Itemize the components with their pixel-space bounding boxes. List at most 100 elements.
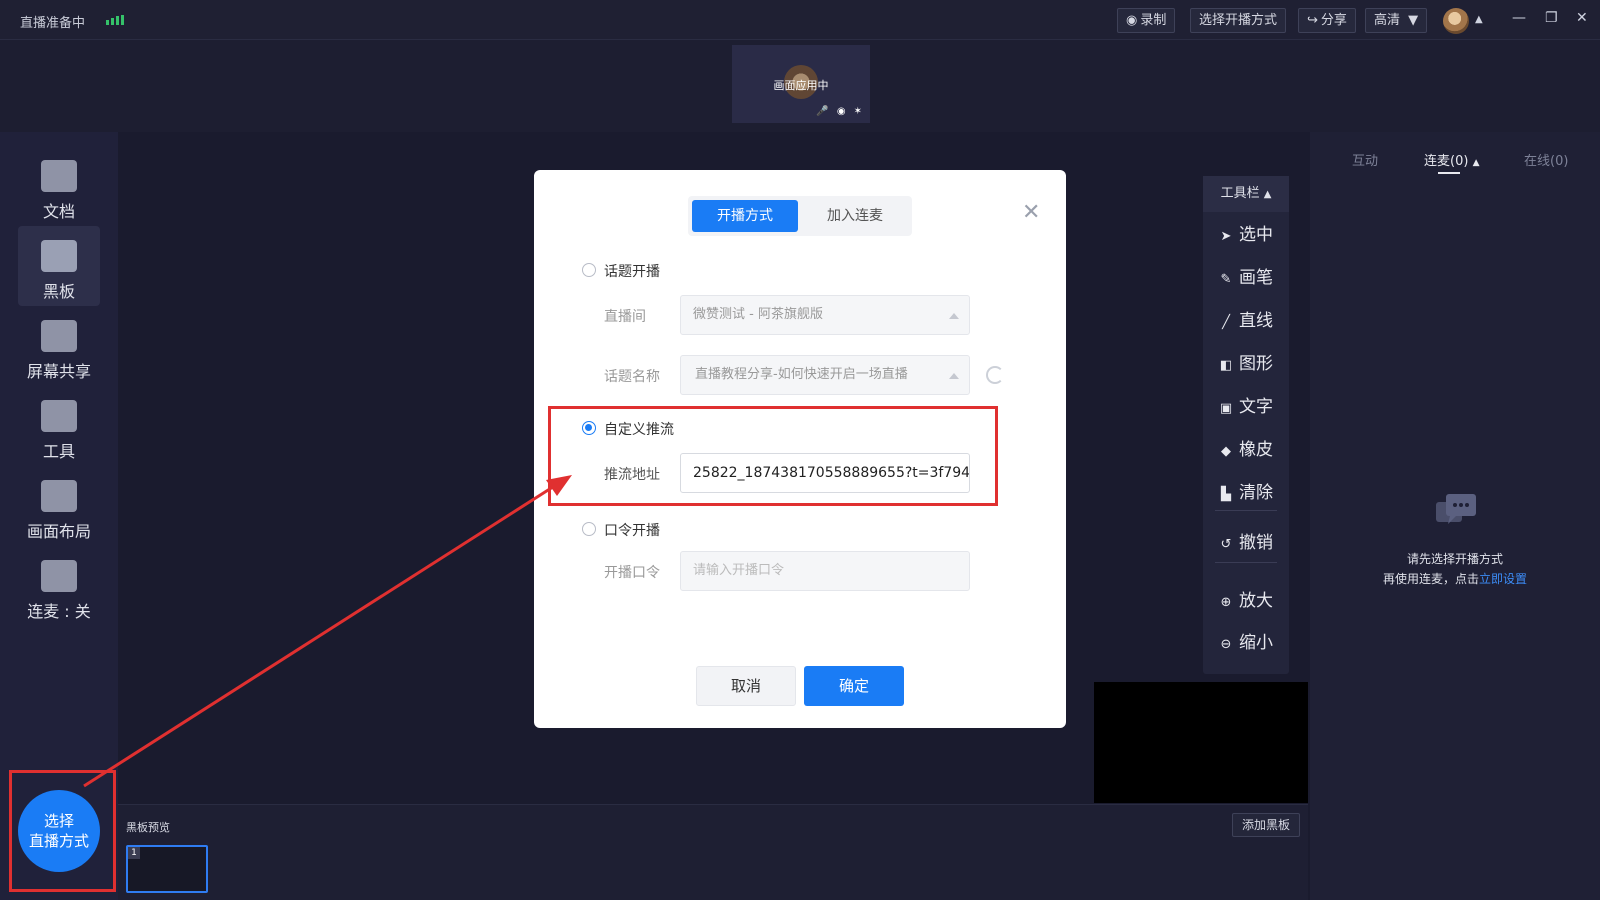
tool-text[interactable]: ▣ 文字: [1217, 392, 1273, 417]
board-thumbnail[interactable]: 1: [126, 845, 208, 893]
setup-now-link[interactable]: 立即设置: [1479, 572, 1527, 586]
push-url-label: 推流地址: [604, 467, 660, 483]
sidebar-item-label: 屏幕共享: [26, 362, 91, 381]
option-custom-label: 自定义推流: [604, 422, 674, 438]
option-password-label: 口令开播: [604, 523, 660, 539]
push-url-input[interactable]: 25822_187438170558889655?t=3f794a: [680, 453, 970, 493]
close-icon[interactable]: ✕: [1022, 200, 1040, 225]
password-input[interactable]: 请输入开播口令: [680, 551, 970, 591]
co-host-message: 请先选择开播方式: [1406, 552, 1503, 566]
confirm-button[interactable]: 确定: [804, 666, 904, 706]
radio-password[interactable]: [582, 522, 596, 536]
close-window-icon[interactable]: ✕: [1576, 10, 1588, 26]
choose-mode-button[interactable]: 选择开播方式: [1190, 8, 1287, 33]
tool-label: 选中: [1239, 225, 1273, 245]
sidebar-item-co-host[interactable]: 连麦 : 关: [18, 546, 100, 626]
toolbar-divider: [1215, 562, 1277, 563]
restore-icon[interactable]: ❐: [1545, 10, 1558, 26]
tab-online[interactable]: 在线(0): [1524, 150, 1568, 169]
sidebar-item-tools[interactable]: 工具: [18, 386, 100, 466]
tool-eraser[interactable]: ◆ 橡皮: [1217, 435, 1273, 460]
topic-select[interactable]: 直播教程分享-如何快速开启一场直播: [680, 355, 970, 395]
tool-shape[interactable]: ◧ 图形: [1217, 349, 1273, 374]
sidebar-item-label: 工具: [42, 442, 75, 461]
sidebar-item-layout[interactable]: 画面布局: [18, 466, 100, 546]
undo-icon: ↺: [1220, 537, 1232, 552]
board-preview-label: 黑板预览: [126, 821, 170, 834]
topic-value: 直播教程分享-如何快速开启一场直播: [695, 367, 908, 382]
caret-up-icon: [949, 373, 959, 379]
tool-clear[interactable]: ▙ 清除: [1217, 478, 1273, 503]
tool-label: 直线: [1239, 311, 1273, 331]
tool-undo[interactable]: ↺ 撤销: [1217, 528, 1273, 553]
toolbar-title: 工具栏: [1220, 186, 1260, 201]
tool-zoom-out[interactable]: ⊖ 缩小: [1217, 628, 1273, 653]
tool-label: 橡皮: [1239, 440, 1273, 460]
quality-select[interactable]: 高清 ▼: [1365, 8, 1428, 33]
tool-select[interactable]: ➤ 选中: [1217, 220, 1273, 245]
record-label: 录制: [1140, 13, 1167, 28]
room-value: 微赞测试 - 阿茶旗舰版: [693, 307, 823, 322]
topic-label: 话题名称: [604, 369, 660, 385]
tool-label: 图形: [1239, 354, 1273, 374]
room-label: 直播间: [604, 309, 646, 325]
tab-co-host[interactable]: 连麦(0) ▲: [1424, 150, 1479, 169]
refresh-icon[interactable]: [986, 366, 1004, 384]
camera-icon[interactable]: ◉: [837, 106, 846, 117]
tool-label: 画笔: [1239, 268, 1273, 288]
radio-custom-push[interactable]: [582, 421, 596, 435]
folder-icon: [41, 160, 77, 192]
caret-up-icon: ▲: [1263, 189, 1272, 200]
tool-zoom-in[interactable]: ⊕ 放大: [1217, 586, 1273, 611]
pin-icon[interactable]: ✶: [854, 106, 862, 117]
camera-preview[interactable]: 画面应用中 🎤 ◉ ✶: [732, 45, 870, 123]
share-label: 分享: [1320, 13, 1347, 28]
password-label: 开播口令: [604, 565, 660, 581]
pointer-icon: ➤: [1220, 229, 1232, 244]
room-select[interactable]: 微赞测试 - 阿茶旗舰版: [680, 295, 970, 335]
sidebar-item-label: 连麦 : 关: [27, 602, 91, 621]
live-status: 直播准备中: [20, 16, 86, 31]
tool-pen[interactable]: ✎ 画笔: [1217, 263, 1273, 288]
record-button[interactable]: ◉ 录制: [1117, 8, 1176, 33]
signal-strength-icon: [106, 15, 124, 25]
zoom-in-icon: ⊕: [1220, 595, 1232, 610]
chat-bubble-icon: [1436, 494, 1476, 524]
thumb-number: 1: [128, 847, 140, 859]
avatar[interactable]: [1443, 8, 1469, 34]
right-panel: 互动 连麦(0) ▲ 在线(0) 请先选择开播方式 再使用连麦，点击立即设置: [1310, 132, 1600, 900]
caret-up-icon: ▲: [1472, 158, 1480, 168]
blackboard-icon: [41, 240, 77, 272]
toolbox-icon: [41, 400, 77, 432]
share-button[interactable]: ↪ 分享: [1298, 8, 1356, 33]
microphone-icon[interactable]: 🎤: [816, 106, 828, 117]
sidebar-item-blackboard[interactable]: 黑板: [18, 226, 100, 306]
share-icon: ↪: [1307, 13, 1318, 28]
caret-up-icon: [949, 313, 959, 319]
tab-interaction[interactable]: 互动: [1352, 150, 1378, 169]
co-host-hint: 再使用连麦，点击立即设置: [1310, 570, 1600, 587]
tool-label: 缩小: [1239, 633, 1273, 653]
sidebar-item-screen-share[interactable]: 屏幕共享: [18, 306, 100, 386]
board-preview-strip: 黑板预览 1 添加黑板: [118, 804, 1308, 900]
sidebar-item-document[interactable]: 文档: [18, 146, 100, 226]
option-topic-label: 话题开播: [604, 264, 660, 280]
cancel-button[interactable]: 取消: [696, 666, 796, 706]
highlight-box-left: [9, 770, 116, 892]
video-pip: [1094, 682, 1308, 803]
tab-join-co-host[interactable]: 加入连麦: [802, 200, 908, 232]
caret-down-icon: ▼: [1408, 13, 1419, 28]
toolbar-header[interactable]: 工具栏 ▲: [1203, 176, 1289, 212]
radio-topic[interactable]: [582, 263, 596, 277]
tab-live-mode[interactable]: 开播方式: [692, 200, 798, 232]
tool-label: 清除: [1239, 483, 1273, 503]
layout-icon: [41, 480, 77, 512]
text-icon: ▣: [1219, 401, 1233, 416]
tool-line[interactable]: ╱ 直线: [1217, 306, 1273, 331]
line-icon: ╱: [1222, 315, 1230, 330]
tool-label: 撤销: [1239, 533, 1273, 553]
clear-icon: ▙: [1221, 487, 1231, 502]
caret-up-icon[interactable]: ▲: [1475, 14, 1483, 25]
add-board-button[interactable]: 添加黑板: [1232, 813, 1300, 837]
minimize-icon[interactable]: —: [1512, 10, 1526, 26]
